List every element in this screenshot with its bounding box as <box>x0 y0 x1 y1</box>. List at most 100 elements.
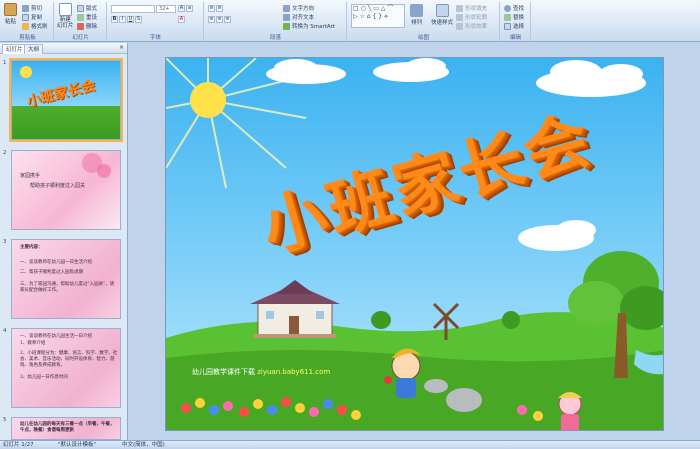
align-right-button[interactable]: ≡ <box>224 16 231 23</box>
sun-icon <box>190 82 226 118</box>
outline-pen-icon <box>456 13 463 21</box>
shape-effects-button[interactable]: 形状效果 <box>456 22 487 30</box>
thumbnail-text-line: 3、幼儿园一日作息时间 <box>20 375 68 380</box>
slide-thumbnail-1[interactable]: 小班家长会 <box>9 58 123 142</box>
current-slide[interactable]: 小班家长会 幼儿园教学课件下载 ziyuan.baby611.com <box>165 57 664 431</box>
shrink-font-button[interactable]: a <box>186 5 193 12</box>
numbering-button[interactable]: ≡ <box>216 5 223 12</box>
text-direction-icon <box>283 4 290 12</box>
grow-font-button[interactable]: A <box>178 5 185 12</box>
new-slide-button[interactable]: 新建 幻灯片 <box>57 3 74 29</box>
font-group-label: 字体 <box>149 35 161 41</box>
drawing-group-label: 绘图 <box>417 35 429 41</box>
ribbon: 粘贴 剪切 复制 格式刷 剪贴板 新建 幻灯片 版式 重设 删除 幻灯片 32+… <box>0 0 700 42</box>
slide-thumbnail-2[interactable]: 家园携手 帮助孩子顺利度过入园关 <box>11 150 121 230</box>
site-label: 幼儿园教学课件下载 ziyuan.baby611.com <box>192 367 330 377</box>
text-direction-button[interactable]: 文字方向 <box>283 4 314 12</box>
slide-thumbnail-3[interactable]: 主要内容： 一、谈谈教师在幼儿园一日生活介绍 二、帮孩子顺利度过入园焦虑期 三、… <box>11 239 121 319</box>
slide-thumbnail-5[interactable]: 幼儿在幼儿园的每天有三餐一点（早餐，午餐，午点，晚餐）食谱每周更新 <box>11 417 121 440</box>
layout-button[interactable]: 版式 <box>77 4 97 12</box>
reset-icon <box>77 13 84 21</box>
thumbnail-number: 5 <box>3 417 7 423</box>
site-label-text: 幼儿园教学课件下载 <box>192 368 255 376</box>
slides-group: 新建 幻灯片 版式 重设 删除 幻灯片 <box>55 2 107 42</box>
clipboard-group-label: 剪贴板 <box>19 35 36 41</box>
bullets-button[interactable]: ≡ <box>208 5 215 12</box>
copy-button[interactable]: 复制 <box>22 13 42 21</box>
slide-thumbnail-4[interactable]: 一、谈谈教师在幼儿园生活一日介绍 1、教师介绍 2、小班课程分为：健康、语言、科… <box>11 328 121 408</box>
close-icon[interactable]: × <box>119 44 124 51</box>
font-size-combo[interactable]: 32+ <box>156 5 176 13</box>
thumbnail-text-line: 二、帮孩子顺利度过入园焦虑期 <box>20 270 83 275</box>
thumbnail-text-line: 一、谈谈教师在幼儿园一日生活介绍 <box>20 260 92 265</box>
effects-icon <box>456 22 463 30</box>
new-slide-icon <box>58 3 72 16</box>
thumbnail-number: 4 <box>3 328 7 334</box>
layout-icon <box>77 4 84 12</box>
reset-button[interactable]: 重设 <box>77 13 97 21</box>
thumbnail-number: 1 <box>3 60 7 66</box>
align-text-icon <box>283 13 290 21</box>
shape-fill-button[interactable]: 形状填充 <box>456 4 487 12</box>
font-group: 32+ A a B I U S A 字体 <box>108 2 204 42</box>
align-left-button[interactable]: ≡ <box>208 16 215 23</box>
thumbnail-number: 2 <box>3 150 7 156</box>
brush-icon <box>22 22 29 30</box>
smartart-icon <box>283 22 290 30</box>
cursor-icon <box>504 22 511 30</box>
theme-name: "默认设计模板" <box>58 442 97 448</box>
magnifier-icon <box>504 4 511 12</box>
status-bar: 幻灯片 1/27 "默认设计模板" 中文(简体，中国) <box>0 440 700 449</box>
tab-outline[interactable]: 大纲 <box>24 44 44 54</box>
arrange-icon <box>410 4 423 17</box>
quick-styles-icon <box>435 4 449 17</box>
align-text-button[interactable]: 对齐文本 <box>283 13 314 21</box>
italic-button[interactable]: I <box>119 16 126 23</box>
replace-button[interactable]: 替换 <box>504 13 524 21</box>
select-button[interactable]: 选择 <box>504 22 524 30</box>
clipboard-group: 粘贴 剪切 复制 格式刷 剪贴板 <box>2 2 54 42</box>
drawing-group: □ ○ ╲ ▭ △ ⌒ ▷ ☆ ⌂ { } ⟡ 排列 快速样式 形状填充 形状轮廓… <box>348 2 500 42</box>
panel-tabs: 幻灯片 大纲 × <box>0 43 127 54</box>
align-center-button[interactable]: ≡ <box>216 16 223 23</box>
site-url: ziyuan.baby611.com <box>257 368 331 376</box>
thumbnail-text-line: 帮助孩子顺利度过入园关 <box>30 183 86 189</box>
thumbnail-number: 3 <box>3 239 7 245</box>
paragraph-group-label: 段落 <box>269 35 281 41</box>
arrange-button[interactable]: 排列 <box>410 4 423 26</box>
thumbnail-flower-icon <box>82 153 111 178</box>
language-indicator: 中文(简体，中国) <box>122 442 165 448</box>
thumbnail-text-line: 三、为了家园沟通，帮助幼儿度过"入园关"，请家长配合做好工作。 <box>20 282 115 293</box>
paste-icon <box>4 3 17 16</box>
underline-button[interactable]: U <box>127 16 134 23</box>
thumbnail-text-line: 1、教师介绍 <box>20 341 46 346</box>
shape-outline-button[interactable]: 形状轮廓 <box>456 13 487 21</box>
girl-icon <box>558 392 582 430</box>
thumbnail-text-line: 一、谈谈教师在幼儿园生活一日介绍 <box>20 334 92 339</box>
thumbnail-sun-icon <box>20 66 32 78</box>
scissors-icon <box>22 4 29 12</box>
smartart-button[interactable]: 转换为 SmartArt <box>283 22 335 30</box>
delete-icon <box>77 22 84 30</box>
fill-bucket-icon <box>456 4 463 12</box>
shapes-gallery[interactable]: □ ○ ╲ ▭ △ ⌒ ▷ ☆ ⌂ { } ⟡ <box>351 4 405 28</box>
quick-styles-button[interactable]: 快速样式 <box>431 4 453 26</box>
find-button[interactable]: 查找 <box>504 4 524 12</box>
slides-panel: 幻灯片 大纲 × 1 小班家长会 2 家园携手 帮助孩子顺利度过入园关 3 主要… <box>0 43 128 440</box>
font-color-button[interactable]: A <box>178 16 185 23</box>
copy-icon <box>22 13 29 21</box>
cut-button[interactable]: 剪切 <box>22 4 42 12</box>
slides-group-label: 幻灯片 <box>72 35 89 41</box>
tab-slides[interactable]: 幻灯片 <box>2 44 27 54</box>
bold-button[interactable]: B <box>111 16 118 23</box>
paste-button[interactable]: 粘贴 <box>4 3 17 25</box>
delete-button[interactable]: 删除 <box>77 22 97 30</box>
format-painter-button[interactable]: 格式刷 <box>22 22 48 30</box>
editing-group: 查找 替换 选择 编辑 <box>501 2 531 42</box>
strikethrough-button[interactable]: S <box>135 16 142 23</box>
thumbnail-text-line: 2、小班课程分为：健康、语言、科学、数学、社会、美术、音乐活动，同时开设体育、智… <box>20 351 118 368</box>
slide-editing-area: 小班家长会 幼儿园教学课件下载 ziyuan.baby611.com <box>129 43 700 440</box>
house-icon <box>250 280 340 338</box>
thumbnail-text-line: 主要内容： <box>20 245 43 250</box>
font-name-combo[interactable] <box>111 5 155 13</box>
